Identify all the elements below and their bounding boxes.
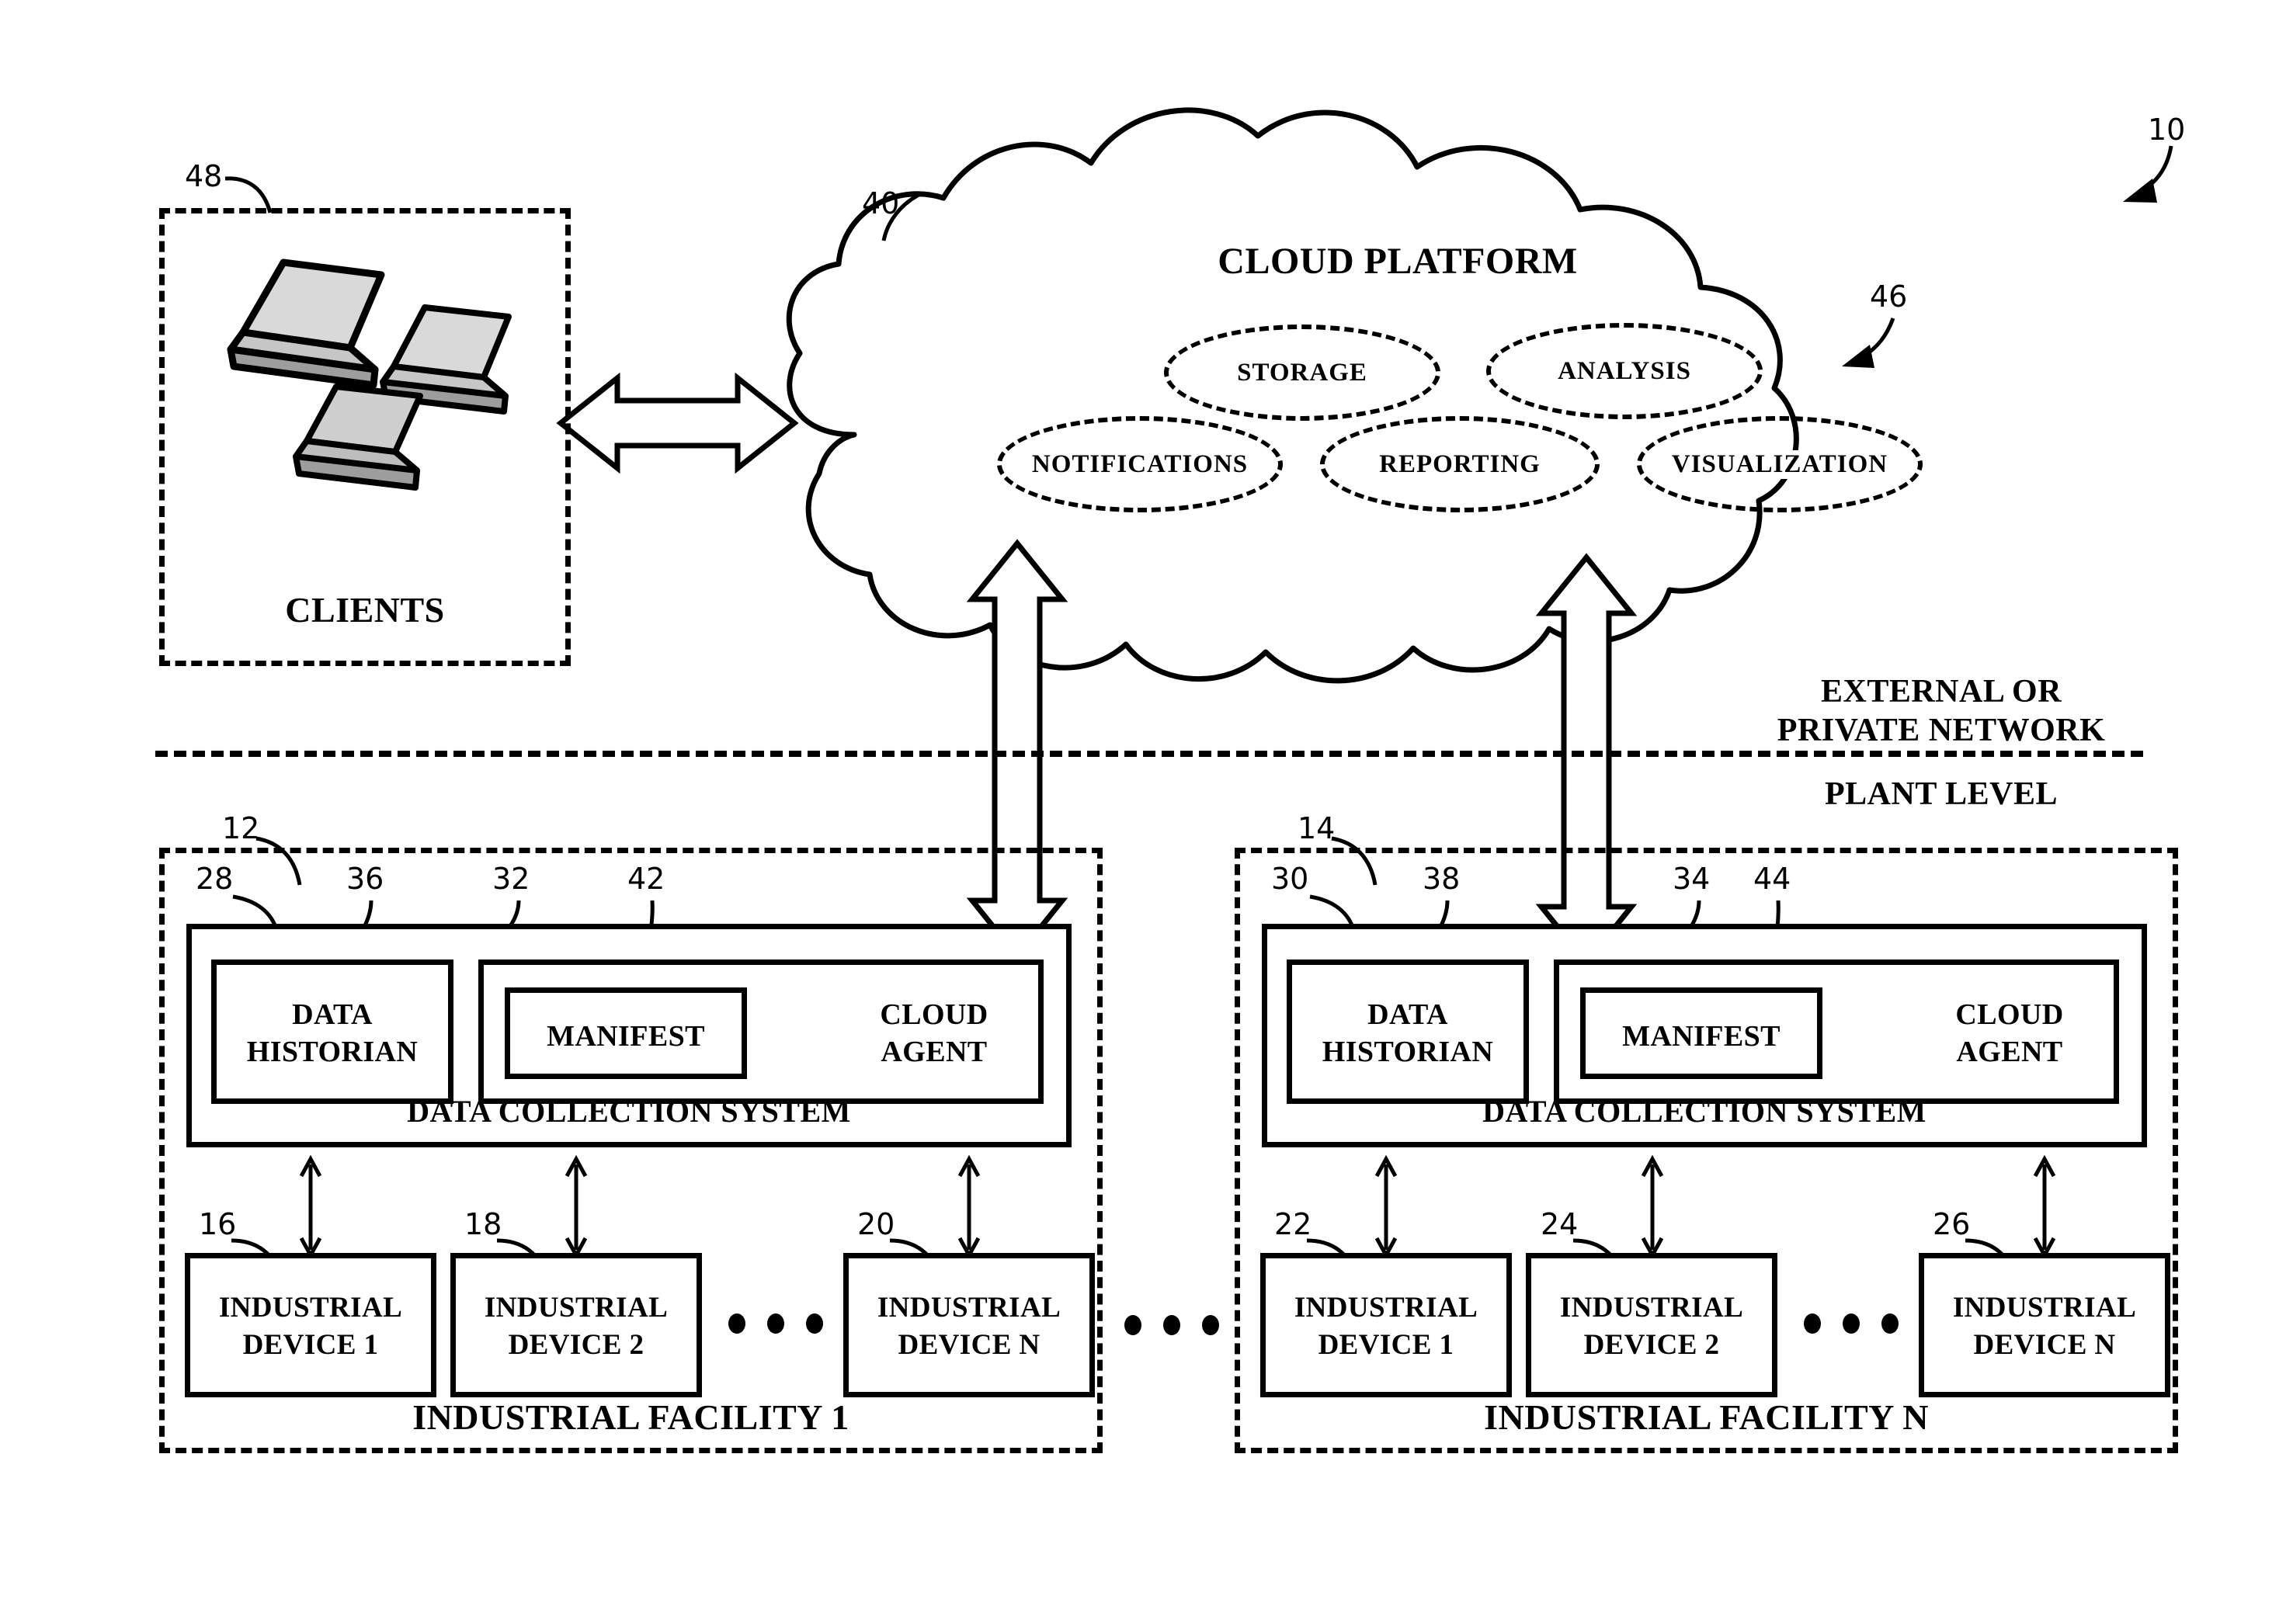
ref-38: 38 — [1423, 862, 1461, 896]
data-collection-system-1-label: DATA COLLECTION SYSTEM — [407, 1094, 851, 1129]
cloud-agent-n-line1: CLOUD — [1955, 998, 2064, 1031]
ref-30: 30 — [1271, 862, 1309, 896]
ref-32: 32 — [492, 862, 530, 896]
industrial-device-n-fn[interactable]: INDUSTRIAL DEVICE N — [1919, 1253, 2170, 1397]
ref-20: 20 — [857, 1207, 895, 1241]
industrial-facility-1-label: INDUSTRIAL FACILITY 1 — [412, 1397, 849, 1437]
device-ellipsis-f1 — [728, 1313, 823, 1334]
clients-devices — [198, 233, 540, 543]
ref-48: 48 — [185, 159, 223, 193]
ref-24: 24 — [1541, 1207, 1579, 1241]
industrial-device-2-fn[interactable]: INDUSTRIAL DEVICE 2 — [1526, 1253, 1777, 1397]
data-historian-1-line1: DATA — [292, 998, 373, 1031]
ref-16: 16 — [199, 1207, 237, 1241]
manifest-1[interactable]: MANIFEST — [505, 987, 747, 1079]
data-historian-1[interactable]: DATA HISTORIAN — [211, 959, 453, 1104]
laptop-icon — [227, 259, 385, 389]
ref-36: 36 — [346, 862, 384, 896]
cloud-service-visualization-label: VISUALIZATION — [1669, 449, 1890, 479]
patent-figure-canvas: CLOUD PLATFORM STORAGE ANALYSIS NOTIFICA… — [0, 0, 2293, 1624]
external-network-label-line1: EXTERNAL OR — [1820, 674, 2062, 710]
cloud-service-reporting[interactable]: REPORTING — [1320, 416, 1600, 512]
cloud-service-analysis[interactable]: ANALYSIS — [1486, 323, 1763, 419]
industrial-device-1-fn-line1: INDUSTRIAL — [1294, 1292, 1478, 1324]
laptop-icon — [293, 383, 423, 491]
industrial-device-1-f1-line2: DEVICE 1 — [242, 1329, 379, 1361]
industrial-device-1-fn[interactable]: INDUSTRIAL DEVICE 1 — [1260, 1253, 1512, 1397]
industrial-device-2-f1-line2: DEVICE 2 — [508, 1329, 644, 1361]
industrial-device-1-fn-line2: DEVICE 1 — [1318, 1329, 1454, 1361]
industrial-device-2-fn-line2: DEVICE 2 — [1583, 1329, 1720, 1361]
data-collection-system-n-label: DATA COLLECTION SYSTEM — [1482, 1094, 1926, 1129]
ref-44: 44 — [1753, 862, 1791, 896]
industrial-device-2-f1-line1: INDUSTRIAL — [484, 1292, 669, 1324]
device-ellipsis-fn — [1804, 1313, 1899, 1334]
cloud-agent-n-line2: AGENT — [1956, 1036, 2063, 1068]
industrial-device-2-f1[interactable]: INDUSTRIAL DEVICE 2 — [450, 1253, 702, 1397]
clients-label: CLIENTS — [285, 590, 445, 630]
industrial-device-1-f1-line1: INDUSTRIAL — [218, 1292, 403, 1324]
manifest-n[interactable]: MANIFEST — [1580, 987, 1822, 1079]
clients-cloud-link — [556, 372, 799, 474]
cloud-service-analysis-label: ANALYSIS — [1556, 356, 1693, 386]
data-historian-n-line1: DATA — [1367, 998, 1448, 1031]
cloud-platform-title: CLOUD PLATFORM — [1218, 241, 1578, 282]
cloud-agent-1-line1: CLOUD — [880, 998, 988, 1031]
ref-10: 10 — [2148, 113, 2186, 147]
industrial-device-2-fn-line1: INDUSTRIAL — [1559, 1292, 1744, 1324]
facility-ellipsis — [1124, 1315, 1219, 1335]
data-historian-n-line2: HISTORIAN — [1322, 1036, 1494, 1068]
ref-46: 46 — [1870, 279, 1908, 314]
ref-40: 40 — [862, 186, 900, 220]
data-historian-n[interactable]: DATA HISTORIAN — [1287, 959, 1529, 1104]
cloud-service-visualization[interactable]: VISUALIZATION — [1637, 416, 1923, 512]
external-network-label-line2: PRIVATE NETWORK — [1777, 713, 2106, 748]
industrial-device-n-f1[interactable]: INDUSTRIAL DEVICE N — [843, 1253, 1095, 1397]
ref-22: 22 — [1274, 1207, 1312, 1241]
ref-34: 34 — [1673, 862, 1711, 896]
ref-28: 28 — [196, 862, 234, 896]
cloud-service-notifications-label: NOTIFICATIONS — [1030, 449, 1250, 479]
industrial-facility-n-label: INDUSTRIAL FACILITY N — [1484, 1397, 1929, 1437]
ref-14: 14 — [1298, 811, 1336, 845]
plant-level-label: PLANT LEVEL — [1825, 776, 2058, 812]
industrial-device-n-f1-line1: INDUSTRIAL — [877, 1292, 1061, 1324]
manifest-1-label: MANIFEST — [547, 1020, 705, 1053]
cloud-service-storage-label: STORAGE — [1235, 358, 1369, 387]
industrial-device-n-fn-line1: INDUSTRIAL — [1952, 1292, 2137, 1324]
cloud-service-reporting-label: REPORTING — [1378, 449, 1542, 479]
cloud-service-storage[interactable]: STORAGE — [1164, 324, 1440, 421]
ref-26: 26 — [1933, 1207, 1971, 1241]
cloud-service-notifications[interactable]: NOTIFICATIONS — [997, 416, 1283, 512]
manifest-n-label: MANIFEST — [1622, 1020, 1781, 1053]
industrial-device-1-f1[interactable]: INDUSTRIAL DEVICE 1 — [185, 1253, 436, 1397]
ref-12: 12 — [222, 811, 260, 845]
industrial-device-n-fn-line2: DEVICE N — [1973, 1329, 2116, 1361]
ref-42: 42 — [627, 862, 665, 896]
cloud-agent-1-line2: AGENT — [881, 1036, 988, 1068]
industrial-device-n-f1-line2: DEVICE N — [898, 1329, 1041, 1361]
network-boundary-divider — [155, 751, 2143, 757]
data-historian-1-line2: HISTORIAN — [246, 1036, 419, 1068]
ref-18: 18 — [464, 1207, 502, 1241]
